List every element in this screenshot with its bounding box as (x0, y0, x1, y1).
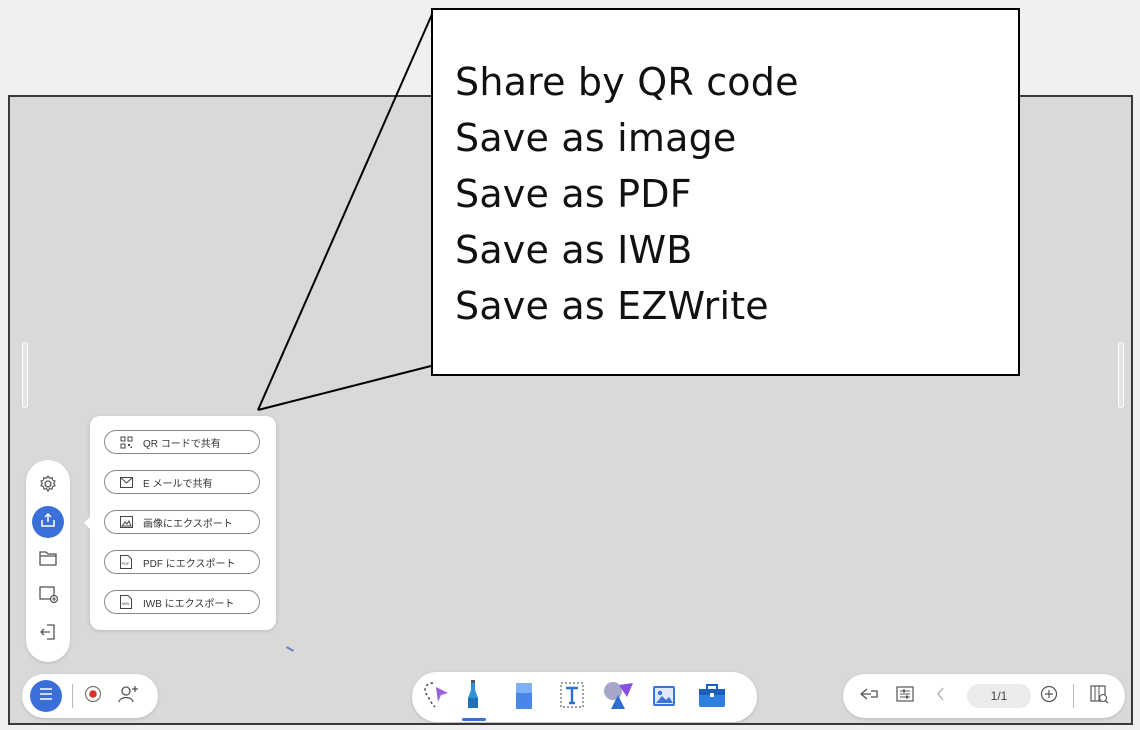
export-share-button[interactable] (32, 506, 64, 538)
eraser-tool[interactable] (506, 678, 542, 716)
drawing-toolbar (412, 672, 757, 722)
record-button[interactable] (82, 685, 104, 707)
plus-circle-icon (1040, 685, 1058, 708)
page-settings-icon (895, 685, 915, 708)
export-menu: QR コードで共有 E メールで共有 画像にエクスポート PDF PDF にエク… (84, 416, 276, 630)
page-overview-icon (1089, 684, 1109, 709)
menu-item-label: PDF にエクスポート (143, 558, 236, 570)
callout-line-pdf: Save as PDF (455, 172, 692, 216)
menu-item-label: IWB にエクスポート (143, 598, 235, 610)
select-tool[interactable] (418, 678, 454, 716)
page-navigation-bar: 1/1 (843, 674, 1125, 718)
svg-text:PDF: PDF (122, 561, 131, 566)
callout-line-image: Save as image (455, 116, 737, 160)
bottom-left-toolbar (22, 674, 158, 718)
add-page-button[interactable] (1037, 684, 1061, 708)
previous-page-button[interactable] (931, 684, 951, 708)
svg-text:IWB: IWB (122, 601, 130, 606)
shapes-icon (601, 679, 635, 716)
export-iwb-item[interactable]: IWB IWB にエクスポート (104, 590, 260, 614)
select-lasso-icon (421, 679, 451, 716)
page-settings-button[interactable] (893, 684, 917, 708)
left-side-toolbar (26, 460, 70, 662)
toolbox-tool[interactable] (694, 678, 730, 716)
exit-icon (38, 622, 58, 647)
export-image-item[interactable]: 画像にエクスポート (104, 510, 260, 534)
insert-image-button[interactable] (32, 580, 64, 612)
insert-picture-tool[interactable] (646, 678, 682, 716)
page-indicator: 1/1 (967, 684, 1031, 708)
text-tool[interactable] (554, 678, 590, 716)
exit-button[interactable] (32, 618, 64, 650)
left-edge-handle[interactable] (22, 342, 28, 408)
callout-box: Share by QR code Save as image Save as P… (431, 8, 1020, 376)
pen-tool[interactable] (456, 678, 492, 716)
image-icon (119, 515, 133, 529)
add-user-icon (118, 684, 140, 709)
callout-line-ezwrite: Save as EZWrite (455, 284, 769, 328)
callout-line-qr: Share by QR code (455, 60, 799, 104)
text-icon (558, 680, 586, 715)
right-edge-handle[interactable] (1118, 342, 1124, 408)
eraser-icon (512, 679, 536, 716)
chevron-left-icon (936, 686, 946, 707)
record-icon (84, 685, 102, 708)
back-button[interactable] (857, 684, 881, 708)
insert-image-icon (38, 585, 59, 608)
menu-item-label: E メールで共有 (143, 478, 213, 490)
share-qr-code-item[interactable]: QR コードで共有 (104, 430, 260, 454)
callout-line-iwb: Save as IWB (455, 228, 693, 272)
share-export-icon (39, 511, 57, 534)
folder-icon (38, 549, 58, 572)
mail-icon (119, 475, 133, 489)
page-overview-button[interactable] (1087, 684, 1111, 708)
gear-icon (38, 474, 58, 499)
pen-icon (462, 678, 486, 717)
menu-item-label: 画像にエクスポート (143, 518, 233, 530)
settings-button[interactable] (32, 470, 64, 502)
pdf-icon: PDF (119, 555, 133, 569)
menu-icon (38, 687, 54, 706)
main-menu-button[interactable] (30, 680, 62, 712)
iwb-icon: IWB (119, 595, 133, 609)
active-tool-indicator (462, 718, 486, 721)
back-arrow-icon (859, 687, 879, 706)
invite-user-button[interactable] (116, 684, 142, 708)
qr-code-icon (119, 435, 133, 449)
share-email-item[interactable]: E メールで共有 (104, 470, 260, 494)
image-icon (649, 680, 679, 715)
shapes-tool[interactable] (600, 678, 636, 716)
open-file-button[interactable] (32, 544, 64, 576)
menu-item-label: QR コードで共有 (143, 438, 221, 450)
divider (72, 684, 73, 708)
export-pdf-item[interactable]: PDF PDF にエクスポート (104, 550, 260, 574)
toolbox-icon (696, 680, 728, 715)
divider (1073, 684, 1074, 708)
